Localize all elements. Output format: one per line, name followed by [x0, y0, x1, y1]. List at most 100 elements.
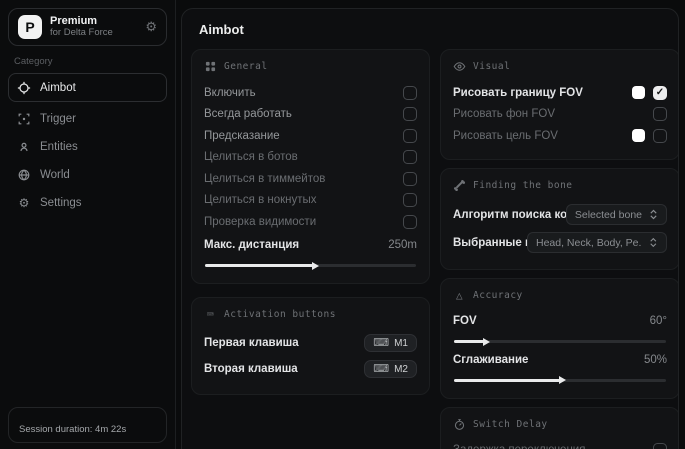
section-title: Finding the bone	[473, 180, 573, 191]
checkbox[interactable]: ✓	[403, 107, 417, 121]
keybind-row-first: Первая клавиша ⌨ M1	[204, 330, 417, 356]
checkbox[interactable]: ✓	[403, 193, 417, 207]
keybind-label: Первая клавиша	[204, 337, 299, 349]
fov-slider[interactable]	[454, 340, 666, 343]
visual-label: Рисовать фон FOV	[453, 108, 555, 120]
keyboard-icon: ⌨	[373, 338, 389, 349]
toggle-label: Проверка видимости	[204, 216, 316, 228]
crosshair-icon	[17, 81, 31, 95]
sidebar-item-label: Settings	[40, 197, 82, 209]
checkbox[interactable]: ✓	[403, 172, 417, 186]
section-title: Accuracy	[473, 290, 523, 301]
toggle-row-always-work: Всегда работать ✓	[204, 104, 417, 126]
slider-label: Макс. дистанция	[204, 239, 299, 251]
keybind-button-m1[interactable]: ⌨ M1	[364, 334, 417, 352]
selected-bones-dropdown[interactable]: Head, Neck, Body, Pe...	[527, 232, 667, 253]
toggle-row-visibility-check: Проверка видимости ✓	[204, 211, 417, 233]
category-label: Category	[14, 56, 161, 67]
slider-label: FOV	[453, 315, 477, 327]
checkbox[interactable]: ✓	[653, 129, 667, 143]
checkbox[interactable]: ✓	[403, 129, 417, 143]
bone-selected-row: Выбранные кости Head, Neck, Body, Pe...	[453, 229, 667, 257]
sidebar-item-label: World	[40, 169, 70, 181]
checkbox[interactable]: ✓	[653, 107, 667, 121]
dropdown-label: Алгоритм поиска кости	[453, 209, 566, 221]
slider-row-fov: FOV 60°	[453, 311, 667, 333]
color-swatch[interactable]	[632, 86, 645, 99]
chevron-updown-icon	[649, 237, 658, 248]
visual-label: Рисовать границу FOV	[453, 87, 583, 99]
sidebar-item-label: Trigger	[40, 113, 76, 125]
dropdown-value: Selected bone	[575, 209, 642, 221]
slider-row-smoothing: Сглаживание 50%	[453, 349, 667, 371]
keybind-button-m2[interactable]: ⌨ M2	[364, 360, 417, 378]
toggle-label: Задержка переключения	[453, 444, 585, 449]
bone-algorithm-dropdown[interactable]: Selected bone	[566, 204, 667, 225]
sidebar-item-entities[interactable]: Entities	[8, 133, 167, 160]
gear-icon[interactable]: ⚙	[145, 19, 157, 35]
sidebar-item-trigger[interactable]: Trigger	[8, 105, 167, 132]
max-distance-slider[interactable]	[205, 264, 416, 267]
toggle-row-target-bots: Целиться в ботов ✓	[204, 147, 417, 169]
general-card: General Включить ✓ Всегда работать ✓ Пре…	[191, 49, 430, 284]
person-scan-icon	[17, 140, 31, 154]
toggle-row-switch-delay: Задержка переключения ✓	[453, 440, 667, 449]
keyboard-icon: ⌨	[373, 364, 389, 375]
trigger-icon	[17, 112, 31, 126]
session-duration: Session duration: 4m 22s	[8, 407, 167, 443]
session-duration-text: Session duration: 4m 22s	[19, 424, 126, 435]
eye-icon	[453, 60, 466, 73]
checkbox[interactable]: ✓	[403, 86, 417, 100]
sidebar-item-settings[interactable]: ⚙ Settings	[8, 189, 167, 216]
visual-label: Рисовать цель FOV	[453, 130, 558, 142]
toggle-row-prediction: Предсказание ✓	[204, 125, 417, 147]
toggle-label: Целиться в нокнутых	[204, 194, 317, 206]
slider-label: Сглаживание	[453, 354, 528, 366]
toggle-label: Целиться в тиммейтов	[204, 173, 325, 185]
timer-icon	[453, 418, 466, 431]
smoothing-slider[interactable]	[454, 379, 666, 382]
section-title: General	[224, 61, 268, 72]
checkbox[interactable]: ✓	[653, 86, 667, 100]
activation-buttons-card: ⌨ Activation buttons Первая клавиша ⌨ M1…	[191, 297, 430, 395]
sidebar-item-world[interactable]: World	[8, 161, 167, 188]
section-title: Activation buttons	[224, 309, 336, 320]
visual-row-fov-border: Рисовать границу FOV ✓	[453, 82, 667, 104]
keybind-row-second: Вторая клавиша ⌨ M2	[204, 356, 417, 382]
toggle-row-target-knocked: Целиться в нокнутых ✓	[204, 190, 417, 212]
visual-row-fov-target: Рисовать цель FOV ✓	[453, 125, 667, 147]
globe-icon	[17, 168, 31, 182]
checkbox[interactable]: ✓	[403, 215, 417, 229]
sidebar-item-aimbot[interactable]: Aimbot	[8, 73, 167, 102]
section-title: Visual	[473, 61, 510, 72]
slider-value: 60°	[650, 315, 667, 327]
sidebar: P Premium for Delta Force ⚙ Category Aim…	[0, 0, 176, 449]
keybind-label: Вторая клавиша	[204, 363, 298, 375]
settings-gear-icon: ⚙	[17, 196, 31, 210]
page-title: Aimbot	[182, 9, 678, 49]
slider-row-max-distance: Макс. дистанция 250m	[204, 235, 417, 257]
dropdown-label: Выбранные кости	[453, 237, 527, 249]
toggle-row-target-teammates: Целиться в тиммейтов ✓	[204, 168, 417, 190]
bone-icon	[453, 179, 466, 192]
slider-value: 50%	[644, 354, 667, 366]
sidebar-item-label: Aimbot	[40, 82, 76, 94]
color-swatch[interactable]	[632, 129, 645, 142]
app-subtitle: for Delta Force	[50, 28, 137, 39]
app-logo: P	[18, 15, 42, 39]
triangle-icon: △	[453, 289, 466, 302]
checkbox[interactable]: ✓	[653, 443, 667, 449]
dropdown-value: Head, Neck, Body, Pe...	[536, 237, 642, 249]
grid-icon	[204, 60, 217, 73]
toggle-label: Целиться в ботов	[204, 151, 298, 163]
toggle-row-enable: Включить ✓	[204, 82, 417, 104]
slider-value: 250m	[388, 239, 417, 251]
sidebar-item-label: Entities	[40, 141, 78, 153]
logo-card: P Premium for Delta Force ⚙	[8, 8, 167, 46]
toggle-label: Предсказание	[204, 130, 280, 142]
main-panel: Aimbot General Включить ✓	[181, 8, 679, 449]
checkbox[interactable]: ✓	[403, 150, 417, 164]
sidebar-nav: Aimbot Trigger Entities	[0, 73, 175, 217]
switch-delay-card: Switch Delay Задержка переключения ✓ Зад…	[440, 407, 679, 449]
accuracy-card: △ Accuracy FOV 60° Сглаживание 50%	[440, 278, 679, 399]
